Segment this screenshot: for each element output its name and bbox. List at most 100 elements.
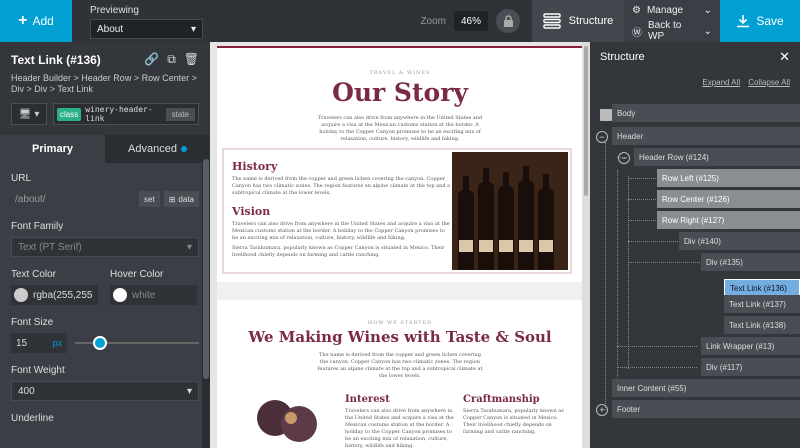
- url-data-button[interactable]: ⊞ data: [163, 191, 199, 207]
- history-heading: History: [232, 160, 278, 173]
- structure-icon: [542, 13, 561, 29]
- breadcrumb: Header Builder > Header Row > Row Center…: [11, 73, 197, 94]
- font-size-unit[interactable]: px: [52, 338, 62, 348]
- text-color-label: Text Color: [11, 269, 57, 280]
- text-color-value: rgba(255,255: [33, 289, 93, 301]
- chevron-down-icon: ▾: [186, 241, 192, 253]
- download-icon: [737, 15, 750, 28]
- manage-menu: ⚙ Manage ⌄ Ⓦ Back to WP ⌄: [624, 0, 720, 42]
- tree-node-footer[interactable]: Footer: [612, 400, 800, 418]
- header-strip[interactable]: [217, 46, 583, 48]
- tree-node-header-row[interactable]: Header Row (#124): [634, 148, 800, 166]
- tree-node-div-117[interactable]: Div (#117): [701, 358, 800, 376]
- tree-node-text-link-138[interactable]: Text Link (#138): [724, 316, 800, 334]
- tree-node-row-left[interactable]: Row Left (#125): [657, 169, 800, 187]
- story-kicker: TRAVEL & WINES: [369, 70, 431, 76]
- canvas-scrollbar[interactable]: [582, 42, 590, 448]
- hover-color-label: Hover Color: [110, 269, 164, 280]
- hover-color-field[interactable]: white: [110, 285, 197, 305]
- lock-button[interactable]: [496, 9, 520, 33]
- bottle-5: [538, 174, 554, 270]
- tree-node-inner-content[interactable]: Inner Content (#55): [612, 379, 800, 397]
- collapse-icon[interactable]: −: [618, 152, 630, 164]
- vision-heading: Vision: [232, 205, 271, 218]
- page-preview[interactable]: TRAVEL & WINES Our Story Travelers can a…: [217, 46, 583, 448]
- font-size-label: Font Size: [11, 317, 54, 328]
- add-button-label: Add: [32, 14, 54, 28]
- zoom-input[interactable]: 46%: [454, 11, 488, 31]
- indicator-dot-icon: [180, 146, 187, 152]
- hover-color-swatch[interactable]: [113, 288, 127, 302]
- tree-line: [628, 176, 629, 369]
- zoom-label: Zoom: [420, 15, 446, 27]
- expand-all-link[interactable]: Expand All: [702, 78, 740, 87]
- back-to-wp-button[interactable]: Ⓦ Back to WP ⌄: [624, 20, 720, 42]
- text-color-field[interactable]: rgba(255,255: [11, 285, 98, 305]
- tree-line: [617, 367, 697, 368]
- link-icon[interactable]: 🔗: [144, 52, 159, 67]
- save-button[interactable]: Save: [720, 0, 800, 42]
- tree-node-header[interactable]: Header: [612, 127, 800, 145]
- tab-primary[interactable]: Primary: [0, 135, 105, 163]
- url-set-button[interactable]: set: [139, 191, 160, 207]
- history-paragraph: The name is derived from the copper and …: [232, 176, 451, 196]
- tree-node-link-wrapper[interactable]: Link Wrapper (#13): [701, 337, 800, 355]
- state-button[interactable]: state: [165, 107, 195, 121]
- tree-node-body[interactable]: Body: [612, 104, 800, 122]
- tree-node-text-link-137[interactable]: Text Link (#137): [724, 295, 800, 313]
- collapse-all-link[interactable]: Collapse All: [748, 78, 790, 87]
- interest-paragraph: Travelers can also drive from anywhere i…: [345, 408, 454, 448]
- font-size-slider[interactable]: [75, 333, 199, 353]
- tree-line: [628, 220, 656, 221]
- tree-line: [628, 199, 656, 200]
- preview-select[interactable]: About ▾: [90, 19, 203, 39]
- trash-icon[interactable]: 🗑: [184, 52, 199, 67]
- url-input[interactable]: /about/: [11, 189, 135, 209]
- vision-paragraph: Travelers can also drive from anywhere i…: [232, 221, 450, 241]
- tree-line: [628, 241, 678, 242]
- canvas-scrollbar-thumb[interactable]: [584, 46, 588, 196]
- tab-advanced-label: Advanced: [128, 143, 177, 155]
- section-divider: [217, 282, 583, 300]
- add-button[interactable]: + Add: [0, 0, 72, 42]
- font-size-input[interactable]: 15 px: [11, 333, 67, 353]
- class-selector[interactable]: class winery-header-link state: [53, 103, 199, 125]
- plus-icon: +: [18, 12, 28, 29]
- tree-node-div-135[interactable]: Div (#135): [701, 253, 800, 271]
- tree-node-row-right[interactable]: Row Right (#127): [657, 211, 800, 229]
- device-select[interactable]: 🖥 ▾: [11, 103, 47, 125]
- tree-node-row-center[interactable]: Row Center (#126): [657, 190, 800, 208]
- duplicate-icon[interactable]: ⧉: [167, 52, 176, 67]
- tree-node-div-140[interactable]: Div (#140): [679, 232, 800, 250]
- structure-toggle-button[interactable]: Structure: [532, 0, 624, 42]
- tab-advanced[interactable]: Advanced: [105, 135, 210, 163]
- manage-button[interactable]: ⚙ Manage ⌄: [624, 0, 720, 20]
- panel-scrollbar-thumb[interactable]: [203, 159, 209, 379]
- structure-header: Structure ✕: [590, 42, 800, 72]
- close-icon[interactable]: ✕: [779, 49, 790, 65]
- history-vision-section[interactable]: History The name is derived from the cop…: [222, 148, 572, 274]
- slider-handle[interactable]: [92, 336, 107, 350]
- wine-bottles-image: [452, 152, 568, 270]
- preview-select-value: About: [97, 23, 124, 35]
- wm-kicker: HOW WE STARTED: [367, 320, 433, 326]
- font-size-value: 15: [16, 337, 28, 349]
- previewing-control: Previewing About ▾: [72, 0, 212, 42]
- url-data-label: data: [178, 194, 194, 204]
- collapse-icon[interactable]: −: [596, 131, 608, 143]
- top-bar: + Add Previewing About ▾ Zoom 46% Struct…: [0, 0, 800, 42]
- font-family-select[interactable]: Text (PT Serif) ▾: [11, 237, 199, 257]
- selector-row: 🖥 ▾ class winery-header-link state: [11, 103, 199, 125]
- class-name: winery-header-link: [85, 105, 153, 123]
- lock-icon: [503, 15, 513, 27]
- font-weight-label: Font Weight: [11, 365, 65, 376]
- previewing-label: Previewing: [90, 5, 139, 16]
- font-weight-select[interactable]: 400 ▾: [11, 381, 199, 401]
- zoom-control: Zoom 46%: [420, 0, 532, 42]
- desktop-icon: 🖥: [18, 108, 32, 120]
- panel-scrollbar[interactable]: [202, 157, 210, 448]
- expand-icon[interactable]: +: [596, 404, 608, 416]
- body-icon: [600, 109, 612, 121]
- hover-color-value: white: [132, 289, 156, 301]
- text-color-swatch[interactable]: [14, 288, 28, 302]
